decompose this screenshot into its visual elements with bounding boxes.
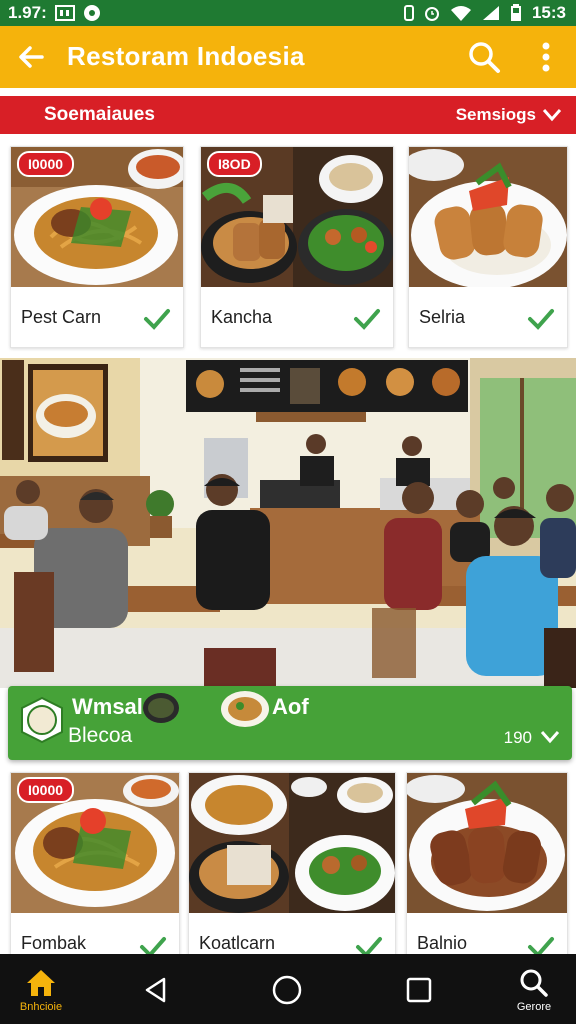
nav-search[interactable]: Gerore [510, 968, 558, 1013]
nav-home[interactable]: Bnhcioie [18, 968, 64, 1013]
food-card[interactable]: Koatlcarn [188, 772, 396, 964]
food-photo: I0000 [11, 147, 183, 287]
promo-banner[interactable]: Wmsalan Blecoa Aof 190 [8, 686, 572, 760]
food-card[interactable]: I8OD Kancha [200, 146, 394, 348]
filter-right-label: Semsiogs [455, 105, 536, 124]
bottom-navigation-bar: Bnhcioie Gerore [0, 954, 576, 1024]
food-name: Pest Carn [21, 307, 102, 327]
food-card-caption: Pest Carn [11, 293, 183, 345]
restaurant-logo-icon [21, 696, 63, 744]
page-title: Restoram Indoesia [67, 41, 305, 71]
price-badge: I0000 [17, 777, 75, 803]
food-photo [189, 773, 395, 913]
system-recents-icon[interactable] [405, 976, 433, 1004]
search-icon [520, 969, 548, 997]
banner-subtitle: Blecoa [68, 724, 133, 747]
chevron-down-icon[interactable] [540, 730, 560, 744]
dish-thumbnail-icon [143, 693, 179, 723]
price-badge: I0000 [17, 151, 75, 177]
filter-dropdown[interactable]: Semsiogs [456, 105, 562, 125]
food-name: Selria [419, 307, 466, 327]
food-photo [407, 773, 567, 913]
home-icon [27, 970, 55, 996]
nav-search-label: Gerore [516, 1001, 552, 1013]
food-name: Koatlcarn [199, 933, 276, 953]
banner-count: 190 [503, 728, 532, 747]
chevron-down-icon [542, 109, 562, 122]
food-name: Balnio [417, 933, 468, 953]
notification-icon [54, 5, 75, 21]
search-icon[interactable] [466, 39, 502, 75]
alarm-icon [424, 7, 439, 21]
food-photo: I0000 [11, 773, 179, 913]
check-icon[interactable] [527, 307, 555, 331]
nav-home-label: Bnhcioie [19, 1001, 63, 1013]
dish-thumbnail-icon [221, 691, 269, 727]
banner-label: Aof [272, 694, 309, 719]
back-arrow-icon[interactable] [14, 40, 48, 74]
app-notification-icon [83, 5, 100, 21]
check-icon[interactable] [143, 307, 171, 331]
food-card[interactable]: Selria [408, 146, 568, 348]
food-card[interactable]: Balnio [406, 772, 568, 964]
status-bar: 1.97: 15:3 [0, 0, 576, 26]
vibrate-icon [403, 5, 414, 21]
system-home-icon[interactable] [271, 974, 303, 1006]
app-bar: Restoram Indoesia [0, 26, 576, 88]
status-time-right: 15:3 [531, 3, 566, 22]
food-card-caption: Selria [409, 293, 567, 345]
category-filter-bar[interactable]: Soemaiaues Semsiogs [0, 96, 576, 134]
food-card[interactable]: I0000 Pest Carn [10, 146, 184, 348]
food-photo: I8OD [201, 147, 393, 287]
system-back-icon[interactable] [142, 976, 170, 1004]
battery-icon [510, 4, 521, 21]
filter-left-label[interactable]: Soemaiaues [44, 104, 155, 126]
price-badge: I8OD [207, 151, 262, 177]
more-vert-icon[interactable] [534, 39, 558, 75]
restaurant-photo [0, 358, 576, 688]
check-icon[interactable] [353, 307, 381, 331]
food-name: Fombak [21, 933, 87, 953]
food-card[interactable]: I0000 Fombak [10, 772, 180, 964]
status-time-left: 1.97: [8, 3, 47, 22]
food-card-caption: Kancha [201, 293, 393, 345]
food-name: Kancha [211, 307, 273, 327]
signal-icon [482, 6, 499, 20]
food-photo [409, 147, 567, 287]
wifi-icon [450, 6, 471, 21]
